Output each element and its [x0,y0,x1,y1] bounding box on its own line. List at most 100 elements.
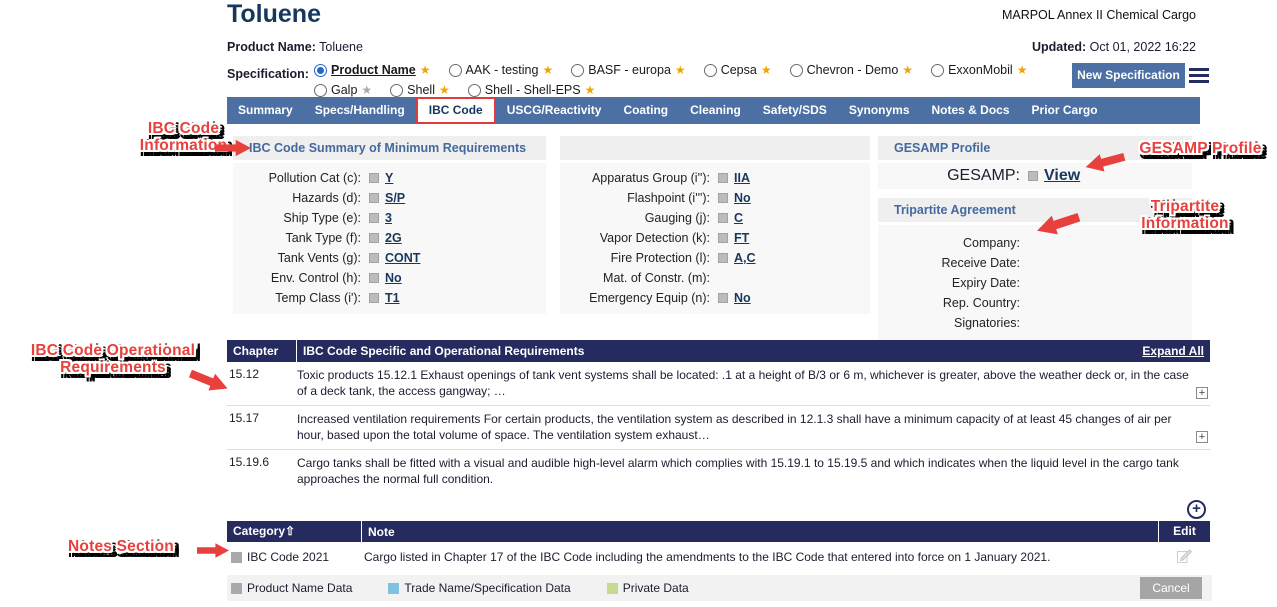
add-icon[interactable] [1187,500,1206,519]
spec-option-product-name[interactable]: Product Name ★ [314,63,431,77]
req-label: Flashpoint (i'''): [560,191,710,205]
note-row-ibc-code-2021: IBC Code 2021 Cargo listed in Chapter 17… [227,542,1210,572]
radio-icon[interactable] [390,84,403,97]
spec-option-galp[interactable]: Galp ★ [314,83,372,97]
source-indicator-square [369,253,379,263]
radio-icon[interactable] [468,84,481,97]
req-value-link[interactable]: A,C [734,251,756,265]
req-row-flashpoint: Flashpoint (i'''): No [560,188,870,208]
product-name-value: Toluene [319,40,363,54]
gray-square-icon [231,583,242,594]
radio-icon[interactable] [314,84,327,97]
source-indicator-square [369,193,379,203]
req-value-link[interactable]: T1 [385,291,400,305]
spec-option-label[interactable]: ExxonMobil [948,63,1013,77]
tab-synonyms[interactable]: Synonyms [838,97,921,124]
tab-specs-handling[interactable]: Specs/Handling [304,97,416,124]
favorite-star-icon[interactable]: ★ [585,84,596,96]
expand-row-icon[interactable] [1196,431,1208,443]
chapter-row-15-17: 15.17 Increased ventilation requirements… [227,406,1210,450]
req-value-link[interactable]: No [734,291,751,305]
gesamp-view-link[interactable]: View [1044,167,1080,185]
tab-cleaning[interactable]: Cleaning [679,97,752,124]
radio-icon[interactable] [449,64,462,77]
ibc-summary-right-body: Apparatus Group (i''): IIA Flashpoint (i… [560,163,870,314]
legend-label: Trade Name/Specification Data [404,581,570,595]
favorite-star-icon[interactable]: ★ [420,64,431,76]
tab-safety-sds[interactable]: Safety/SDS [752,97,838,124]
radio-selected-icon[interactable] [314,64,327,77]
spec-option-exxonmobil[interactable]: ExxonMobil ★ [931,63,1027,77]
edit-note-icon[interactable] [1158,548,1210,567]
req-label: Env. Control (h): [233,271,361,285]
req-value-link[interactable]: IIA [734,171,750,185]
edit-column-header: Edit [1158,521,1210,542]
category-column-header[interactable]: Category⇧ [227,521,362,542]
spec-option-chevron-demo[interactable]: Chevron - Demo ★ [790,63,913,77]
cancel-button[interactable]: Cancel [1140,577,1202,599]
source-indicator-square [369,173,379,183]
req-value-link[interactable]: S/P [385,191,405,205]
expand-row-icon[interactable] [1196,387,1208,399]
tab-prior-cargo[interactable]: Prior Cargo [1021,97,1109,124]
req-value-link[interactable]: Y [385,171,393,185]
req-value-link[interactable]: 2G [385,231,402,245]
req-row-env-control: Env. Control (h): No [233,268,546,288]
req-row-fire-protection: Fire Protection (l): A,C [560,248,870,268]
spec-option-basf-europa[interactable]: BASF - europa ★ [571,63,685,77]
req-value-link[interactable]: CONT [385,251,420,265]
req-value-link[interactable]: C [734,211,743,225]
spec-option-shell-eps[interactable]: Shell - Shell-EPS ★ [468,83,596,97]
radio-icon[interactable] [571,64,584,77]
legend-label: Private Data [623,581,689,595]
page-title: Toluene [227,0,321,29]
spec-option-label[interactable]: BASF - europa [588,63,671,77]
req-row-emergency-equip: Emergency Equip (n): No [560,288,870,308]
legend-trade-name-data: Trade Name/Specification Data [388,581,570,595]
spec-option-shell[interactable]: Shell ★ [390,83,450,97]
radio-icon[interactable] [790,64,803,77]
req-label: Tank Vents (g): [233,251,361,265]
tab-coating[interactable]: Coating [612,97,679,124]
spec-option-label[interactable]: AAK - testing [466,63,539,77]
spec-option-label[interactable]: Product Name [331,63,416,77]
favorite-star-icon[interactable]: ★ [1017,64,1028,76]
req-value-link[interactable]: No [385,271,402,285]
favorite-star-icon[interactable]: ★ [761,64,772,76]
favorite-star-icon[interactable]: ★ [675,64,686,76]
tab-uscg-reactivity[interactable]: USCG/Reactivity [496,97,613,124]
note-category-label: IBC Code 2021 [247,550,329,564]
spec-option-cepsa[interactable]: Cepsa ★ [704,63,772,77]
req-label: Apparatus Group (i''): [560,171,710,185]
spec-option-label[interactable]: Shell - Shell-EPS [485,83,581,97]
source-indicator-square [369,233,379,243]
favorite-star-icon[interactable]: ★ [902,64,913,76]
req-value-link[interactable]: FT [734,231,749,245]
req-row-mat-of-constr: Mat. of Constr. (m): [560,268,870,288]
tab-ibc-code[interactable]: IBC Code [416,97,496,124]
category-header-label[interactable]: Category [233,524,285,538]
req-value-link[interactable]: No [734,191,751,205]
new-specification-button[interactable]: New Specification [1072,63,1185,88]
expand-all-link[interactable]: Expand All [1142,344,1210,358]
product-name-data-square [231,552,242,563]
source-indicator-square [369,213,379,223]
spec-option-label[interactable]: Chevron - Demo [807,63,899,77]
favorite-star-icon[interactable]: ★ [439,84,450,96]
req-label: Fire Protection (l): [560,251,710,265]
updated-row: Updated: Oct 01, 2022 16:22 [900,40,1196,54]
chapter-row-15-12: 15.12 Toxic products 15.12.1 Exhaust ope… [227,362,1210,406]
radio-icon[interactable] [704,64,717,77]
favorite-star-icon[interactable]: ★ [361,84,372,96]
spec-option-label[interactable]: Cepsa [721,63,757,77]
tab-notes-docs[interactable]: Notes & Docs [921,97,1021,124]
note-text: Cargo listed in Chapter 17 of the IBC Co… [362,550,1158,564]
spec-option-aak-testing[interactable]: AAK - testing ★ [449,63,554,77]
spec-option-label[interactable]: Shell [407,83,435,97]
req-value-link[interactable]: 3 [385,211,392,225]
favorite-star-icon[interactable]: ★ [542,64,553,76]
spec-option-label[interactable]: Galp [331,83,357,97]
hamburger-menu-icon[interactable] [1189,68,1209,83]
radio-icon[interactable] [931,64,944,77]
sort-ascending-icon[interactable]: ⇧ [285,524,295,538]
